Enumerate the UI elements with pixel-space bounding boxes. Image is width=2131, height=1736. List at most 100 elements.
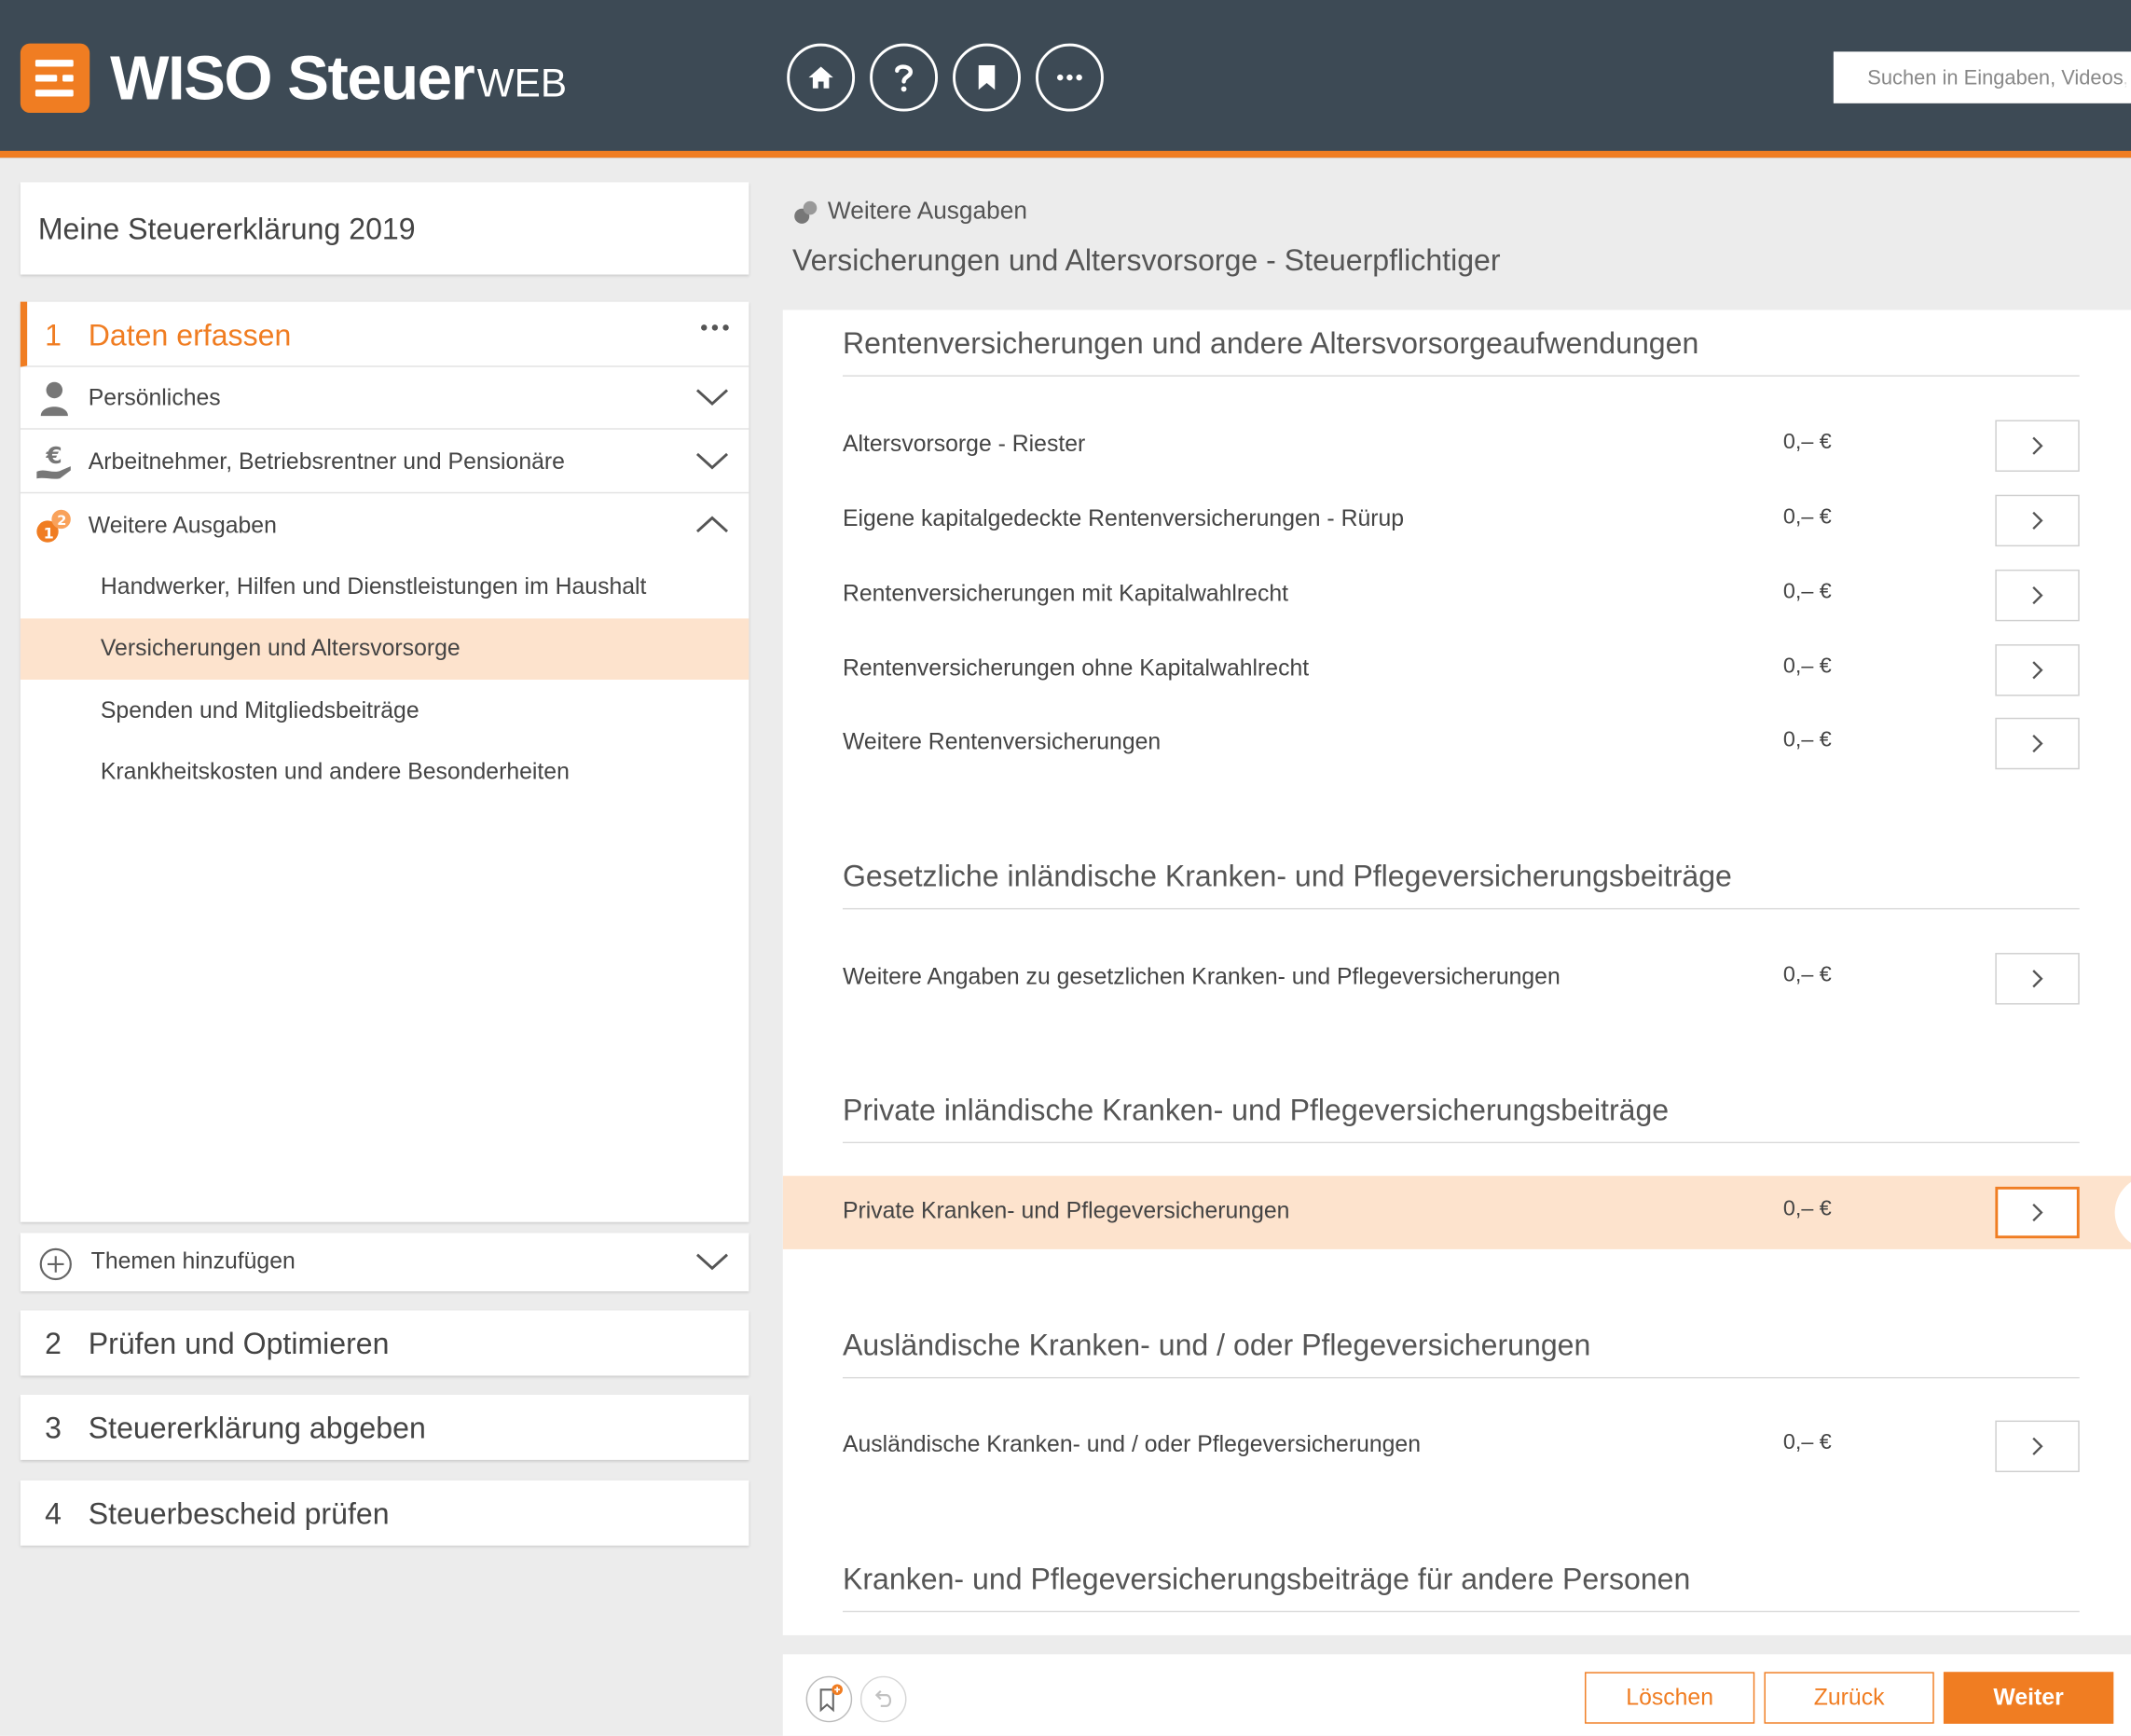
plus-circle-icon [39, 1247, 72, 1281]
brand-suffix: WEB [476, 62, 568, 106]
add-bookmark-button[interactable] [805, 1675, 853, 1723]
step-label: Steuerbescheid prüfen [88, 1496, 390, 1531]
form-row-ruerup[interactable]: Eigene kapitalgedeckte Rentenversicherun… [783, 484, 2131, 558]
home-icon [808, 66, 833, 89]
app-header: WISO Steuer WEB [0, 0, 2131, 158]
bookmark-add-icon [819, 1684, 843, 1713]
open-entry-button[interactable] [1995, 420, 2080, 472]
row-value: 0,– € [1782, 505, 1832, 530]
home-button[interactable] [787, 43, 856, 112]
more-button[interactable] [1035, 43, 1104, 112]
form-row-private[interactable]: Private Kranken- und Pflegeversicherunge… [782, 1176, 2131, 1249]
open-entry-button[interactable] [1995, 569, 2080, 622]
person-icon [40, 381, 68, 417]
step-label: Daten erfassen [88, 318, 292, 352]
back-button[interactable]: Zurück [1764, 1672, 1934, 1724]
form-row-weitere-renten[interactable]: Weitere Rentenversicherungen 0,– € [783, 707, 2131, 780]
sidebar-item-label: Krankheitskosten und andere Besonderheit… [100, 758, 570, 785]
brand-logo-icon [20, 43, 90, 114]
sidebar-section-persoenliches[interactable]: Persönliches [20, 367, 749, 430]
sidebar-item-label: Spenden und Mitgliedsbeiträge [100, 696, 419, 723]
add-topics-label: Themen hinzufügen [90, 1247, 296, 1274]
form-panel: Rentenversicherungen und andere Altersvo… [782, 310, 2131, 1635]
action-bar: Löschen Zurück Weiter [782, 1654, 2131, 1736]
chevron-up-icon [695, 516, 729, 533]
chevron-down-icon [695, 1253, 729, 1271]
step-options-icon[interactable] [700, 324, 730, 332]
delete-button[interactable]: Löschen [1585, 1672, 1755, 1724]
sidebar-item-krankheitskosten[interactable]: Krankheitskosten und andere Besonderheit… [21, 742, 749, 804]
form-row-auslaendische[interactable]: Ausländische Kranken- und / oder Pflegev… [783, 1410, 2131, 1483]
open-entry-button[interactable] [1995, 717, 2080, 770]
chevron-right-icon [2032, 511, 2043, 530]
step-number: 1 [45, 318, 62, 352]
step-label: Steuererklärung abgeben [88, 1411, 426, 1445]
brand-title: WISO Steuer [110, 42, 475, 114]
sidebar-item-handwerker[interactable]: Handwerker, Hilfen und Dienstleistungen … [21, 558, 749, 619]
row-label: Weitere Rentenversicherungen [842, 728, 1162, 755]
coins-icon: 1 2 [36, 509, 71, 543]
question-mark-icon [895, 64, 914, 92]
breadcrumb: Weitere Ausgaben [827, 197, 1027, 225]
open-entry-button[interactable] [1995, 494, 2080, 547]
open-entry-button[interactable] [1995, 644, 2080, 696]
next-button[interactable]: Weiter [1943, 1672, 2114, 1724]
chevron-right-icon [2032, 1437, 2043, 1455]
row-value: 0,– € [1782, 654, 1832, 679]
row-label: Weitere Angaben zu gesetzlichen Kranken-… [842, 963, 1560, 990]
chevron-right-icon [2032, 734, 2043, 753]
row-value: 0,– € [1782, 1431, 1832, 1455]
undo-icon [874, 1689, 892, 1707]
ellipsis-icon [1057, 74, 1082, 81]
coins-icon [794, 200, 818, 224]
add-topics-button[interactable]: Themen hinzufügen [20, 1233, 749, 1292]
open-entry-button[interactable] [1995, 1420, 2080, 1473]
sidebar-section-label: Arbeitnehmer, Betriebsrentner und Pensio… [88, 448, 565, 475]
sidebar-section-weitere-ausgaben[interactable]: 1 2 Weitere Ausgaben [21, 495, 749, 558]
tax-year-title: Meine Steuererklärung 2019 [37, 212, 416, 246]
sidebar-item-spenden[interactable]: Spenden und Mitgliedsbeiträge [21, 681, 749, 742]
row-label: Altersvorsorge - Riester [842, 431, 1086, 457]
svg-text:€: € [46, 442, 62, 469]
page-title: Versicherungen und Altersvorsorge - Steu… [792, 242, 1501, 278]
sidebar-item-versicherungen[interactable]: Versicherungen und Altersvorsorge [20, 618, 749, 680]
row-value: 0,– € [1782, 963, 1832, 987]
step-1-header[interactable]: 1 Daten erfassen [20, 301, 749, 367]
row-label: Rentenversicherungen mit Kapitalwahlrech… [842, 580, 1289, 607]
step-number: 2 [45, 1327, 62, 1361]
open-entry-button[interactable] [1995, 953, 2080, 1005]
form-row-mit-kapitalwahlrecht[interactable]: Rentenversicherungen mit Kapitalwahlrech… [783, 558, 2131, 632]
sidebar-item-label: Handwerker, Hilfen und Dienstleistungen … [100, 573, 647, 599]
chevron-right-icon [2032, 436, 2043, 455]
chevron-right-icon [2032, 661, 2043, 680]
form-row-ohne-kapitalwahlrecht[interactable]: Rentenversicherungen ohne Kapitalwahlrec… [783, 633, 2131, 707]
svg-text:2: 2 [57, 513, 66, 529]
row-label: Eigene kapitalgedeckte Rentenversicherun… [842, 505, 1405, 532]
row-label: Rentenversicherungen ohne Kapitalwahlrec… [842, 654, 1310, 682]
help-button[interactable] [870, 43, 939, 112]
form-row-gesetzliche[interactable]: Weitere Angaben zu gesetzlichen Kranken-… [783, 942, 2131, 1015]
chevron-right-icon [2032, 586, 2043, 605]
step-number: 3 [45, 1411, 62, 1445]
step-4-card[interactable]: 4 Steuerbescheid prüfen [20, 1480, 749, 1546]
chevron-right-icon [2032, 970, 2043, 988]
section-title: Ausländische Kranken- und / oder Pflegev… [842, 1328, 2080, 1379]
step-3-card[interactable]: 3 Steuererklärung abgeben [20, 1394, 749, 1460]
navigation-card: 1 Daten erfassen Persönliches € Arbeitne… [20, 301, 749, 1222]
undo-button[interactable] [859, 1675, 907, 1723]
bookmark-button[interactable] [953, 43, 1021, 112]
step-number: 4 [45, 1496, 62, 1531]
row-value: 0,– € [1782, 431, 1832, 454]
row-label: Ausländische Kranken- und / oder Pflegev… [842, 1431, 1421, 1457]
search-input[interactable] [1833, 51, 2131, 103]
section-title: Gesetzliche inländische Kranken- und Pfl… [842, 859, 2080, 910]
row-value: 0,– € [1782, 728, 1832, 752]
section-title: Rentenversicherungen und andere Altersvo… [842, 326, 2080, 377]
form-row-riester[interactable]: Altersvorsorge - Riester 0,– € [783, 409, 2131, 483]
euro-hand-icon: € [36, 442, 71, 479]
open-entry-button[interactable] [1995, 1186, 2080, 1239]
sidebar-section-arbeitnehmer[interactable]: € Arbeitnehmer, Betriebsrentner und Pens… [20, 431, 749, 494]
step-label: Prüfen und Optimieren [88, 1327, 390, 1361]
tax-year-card[interactable]: Meine Steuererklärung 2019 [20, 182, 749, 275]
step-2-card[interactable]: 2 Prüfen und Optimieren [20, 1310, 749, 1376]
